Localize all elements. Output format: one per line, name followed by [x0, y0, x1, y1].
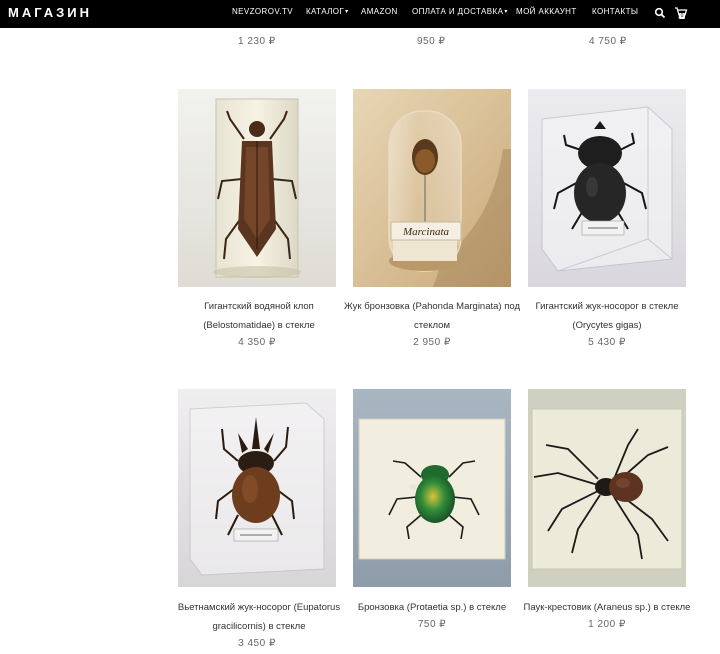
product-price: 5 430 ₽: [588, 337, 626, 348]
product-image-araneus[interactable]: [528, 389, 686, 587]
product-image-protaetia[interactable]: [353, 389, 511, 587]
product-price: 2 950 ₽: [413, 337, 451, 348]
product-title[interactable]: Бронзовка (Protaetia sp.) в стекле: [342, 598, 522, 617]
product-price: 1 200 ₽: [588, 619, 626, 630]
cart-count-badge: 0: [679, 13, 685, 19]
nav-item-payment-delivery[interactable]: ОПЛАТА И ДОСТАВКА▾: [412, 7, 508, 16]
top-navbar: МАГАЗИН NEVZOROV.TV КАТАЛОГ▾ AMAZON ОПЛА…: [0, 0, 720, 28]
nav-item-amazon[interactable]: AMAZON: [361, 7, 398, 16]
product-price: 1 230 ₽: [238, 36, 276, 47]
chevron-down-icon: ▾: [504, 9, 508, 15]
product-title[interactable]: Паук-крестовик (Araneus sp.) в стекле: [517, 598, 697, 617]
chevron-down-icon: ▾: [345, 9, 349, 15]
search-icon[interactable]: [654, 6, 666, 24]
product-title[interactable]: Гигантский жук-носорог в стекле (Orycytes…: [517, 297, 697, 335]
product-price: 750 ₽: [417, 619, 447, 630]
product-title[interactable]: Вьетнамский жук-носорог (Eupatorus gracil…: [169, 598, 349, 636]
cart-icon[interactable]: 0: [674, 6, 688, 25]
nav-item-catalog[interactable]: КАТАЛОГ▾: [306, 7, 349, 16]
product-price: 4 350 ₽: [238, 337, 276, 348]
site-brand[interactable]: МАГАЗИН: [8, 5, 92, 20]
product-title[interactable]: Жук бронзовка (Pahonda Marginata) под сте…: [342, 297, 522, 335]
product-image-rhino-beetle-gigas[interactable]: [528, 89, 686, 287]
nav-item-contacts[interactable]: КОНТАКТЫ: [592, 7, 638, 16]
product-image-water-bug[interactable]: [178, 89, 336, 287]
nav-item-nevzorov-tv[interactable]: NEVZOROV.TV: [232, 7, 293, 16]
product-image-vietnam-rhino-beetle[interactable]: [178, 389, 336, 587]
product-title[interactable]: Гигантский водяной клоп (Belostomatidae) …: [169, 297, 349, 335]
product-price: 4 750 ₽: [589, 36, 627, 47]
product-price: 950 ₽: [417, 36, 446, 47]
product-image-bronze-beetle[interactable]: Marcinata: [353, 89, 511, 287]
specimen-label: Marcinata: [402, 226, 450, 238]
nav-item-my-account[interactable]: МОЙ АККАУНТ: [516, 7, 577, 16]
product-price: 3 450 ₽: [238, 638, 276, 649]
